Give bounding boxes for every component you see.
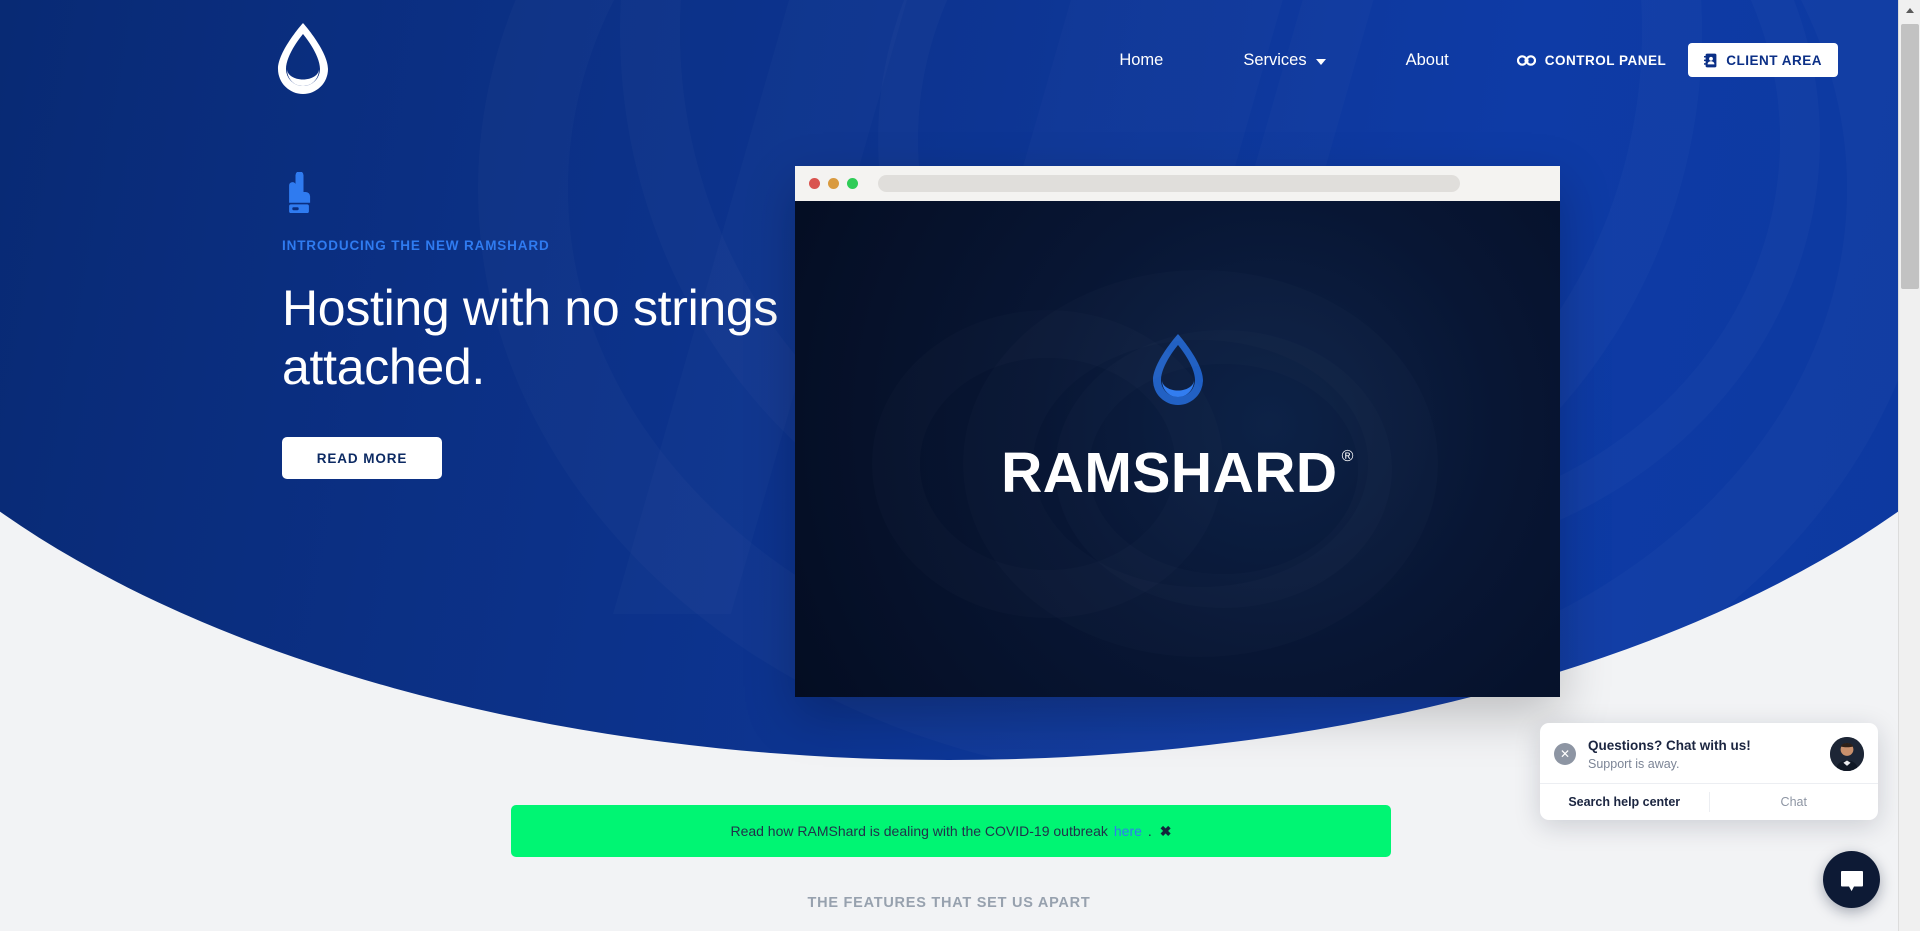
maximize-dot-icon[interactable] [847,178,858,189]
nav-right-group: Home Services About CONTROL PANEL CLIENT… [1079,43,1838,77]
support-agent-avatar [1830,737,1864,771]
nav-link-about[interactable]: About [1366,51,1489,70]
client-area-button[interactable]: CLIENT AREA [1688,43,1838,77]
hand-pointing-up-icon [289,172,311,213]
covid-banner-close-icon[interactable]: ✖ [1160,823,1172,840]
chat-widget-header: ✕ Questions? Chat with us! Support is aw… [1540,723,1878,783]
chat-widget-footer: Search help center Chat [1540,783,1878,820]
address-book-icon [1704,53,1717,67]
chat-widget-status: Support is away. [1588,756,1680,771]
nav-link-services[interactable]: Services [1203,51,1365,70]
brand-wordmark: RAMSHARD ® [1001,440,1354,506]
vertical-scrollbar[interactable] [1898,0,1920,931]
close-icon[interactable]: ✕ [1554,743,1576,765]
browser-titlebar [795,166,1560,201]
control-panel-label: CONTROL PANEL [1544,52,1667,68]
nav-link-label: Services [1243,50,1307,69]
chat-widget-card: ✕ Questions? Chat with us! Support is aw… [1540,723,1878,820]
chat-widget-texts: Questions? Chat with us! Support is away… [1588,737,1818,771]
ramshard-logo[interactable] [270,21,336,99]
chat-button[interactable]: Chat [1710,795,1879,809]
features-section-eyebrow: THE FEATURES THAT SET US APART [807,895,1091,911]
covid-banner: Read how RAMShard is dealing with the CO… [511,805,1391,857]
page-viewport: Home Services About CONTROL PANEL CLIENT… [0,0,1898,931]
brand-name-text: RAMSHARD [1001,441,1338,505]
control-panel-link[interactable]: CONTROL PANEL [1516,52,1667,68]
chat-widget-title: Questions? Chat with us! [1588,738,1751,754]
hero-content: INTRODUCING THE NEW RAMSHARD Hosting wit… [282,172,802,479]
browser-url-bar[interactable] [878,175,1460,192]
scroll-up-arrow[interactable] [1899,0,1920,21]
nav-link-label: Home [1119,50,1164,69]
nav-link-home[interactable]: Home [1079,51,1203,70]
hero-eyebrow: INTRODUCING THE NEW RAMSHARD [282,238,550,253]
chat-launcher-button[interactable] [1823,851,1880,908]
main-navigation: Home Services About CONTROL PANEL CLIENT… [0,0,1898,120]
registered-mark: ® [1341,448,1354,465]
close-dot-icon[interactable] [809,178,820,189]
covid-banner-link[interactable]: here [1114,823,1142,839]
covid-banner-text: Read how RAMShard is dealing with the CO… [730,823,1108,839]
link-chain-icon [1516,54,1536,66]
chevron-down-icon [1315,58,1326,65]
droplet-logo-icon [278,23,328,94]
nav-link-label: About [1405,50,1449,69]
hero-headline: Hosting with no strings attached. [282,280,779,395]
minimize-dot-icon[interactable] [828,178,839,189]
chat-bubble-icon [1840,870,1863,891]
avatar-image [1830,737,1864,771]
scrollbar-thumb[interactable] [1901,24,1919,289]
covid-banner-period: . [1147,823,1152,839]
client-area-label: CLIENT AREA [1726,52,1822,68]
read-more-button[interactable]: READ MORE [282,437,442,479]
browser-mockup: RAMSHARD ® [795,166,1560,697]
browser-viewport: RAMSHARD ® [795,201,1560,697]
search-help-center-button[interactable]: Search help center [1540,795,1709,809]
